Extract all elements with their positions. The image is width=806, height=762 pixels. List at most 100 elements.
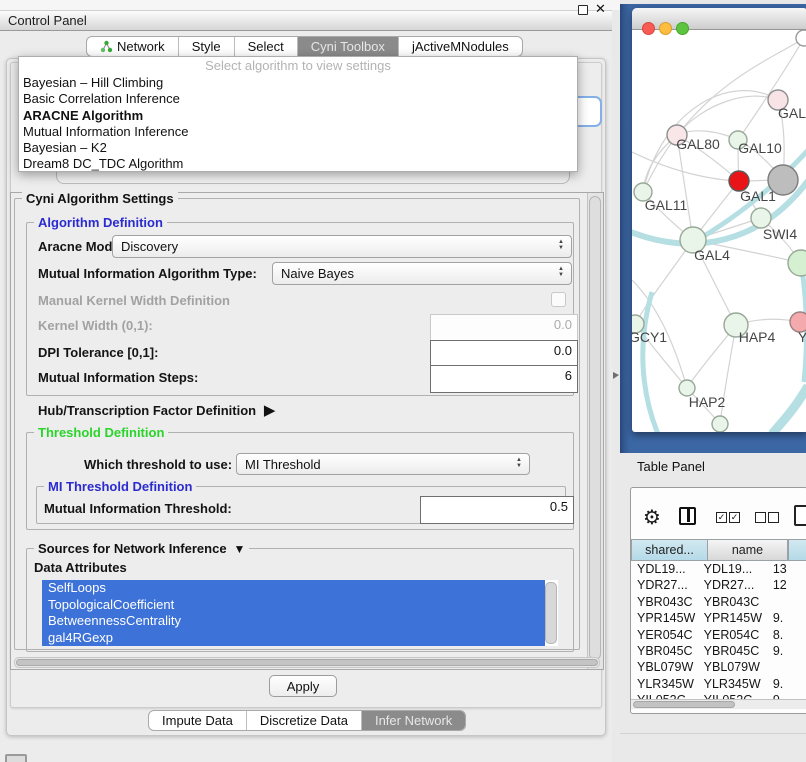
node-label-gal11: GAL11 (645, 197, 688, 213)
mi-threshold-field[interactable]: 0.5 (420, 496, 574, 524)
table-cell: YLR345W (631, 676, 698, 692)
table-row[interactable]: YBR045CYBR045C9. (631, 643, 806, 659)
kernel-width-field[interactable]: 0.0 (430, 314, 578, 341)
float-window-icon[interactable] (578, 5, 588, 15)
dpi-tolerance-label: DPI Tolerance [0,1]: (38, 345, 158, 360)
mi-type-label: Mutual Information Algorithm Type: (38, 266, 257, 281)
select-all-icon[interactable]: ✓ (716, 512, 727, 523)
hub-definition-label: Hub/Transcription Factor Definition (38, 403, 256, 418)
manual-kernel-checkbox[interactable] (551, 292, 566, 307)
table-row[interactable]: YBR043CYBR043C (631, 594, 806, 610)
tab-cyni-toolbox[interactable]: Cyni Toolbox (297, 37, 398, 56)
node-label-gal4: GAL4 (694, 247, 730, 263)
table-cell (767, 659, 806, 675)
network-edge[interactable] (677, 96, 778, 135)
tab-label: Discretize Data (260, 710, 348, 731)
algorithm-placeholder: Select algorithm to view settings (19, 57, 577, 75)
columns-icon[interactable] (679, 507, 696, 525)
control-panel-titlebar[interactable]: Control Panel (0, 10, 612, 31)
select-all-icon[interactable]: ✓ (729, 512, 740, 523)
spinner-arrows-icon: ▲▼ (558, 239, 564, 251)
table-row[interactable]: YDL19...YDL19...13 (631, 561, 806, 577)
table-cell: YDR27... (631, 577, 698, 593)
list-scrollbar-thumb[interactable] (545, 582, 557, 644)
tab-impute-data[interactable]: Impute Data (149, 711, 246, 730)
aracne-mode-select[interactable]: Discovery ▲▼ (112, 235, 572, 258)
attribute-item-topologicalcoefficient[interactable]: TopologicalCoefficient (42, 597, 545, 614)
tab-select[interactable]: Select (234, 37, 297, 56)
table-row[interactable]: YDR27...YDR27...12 (631, 577, 806, 593)
table-body: YDL19...YDL19...13YDR27...YDR27...12YBR0… (631, 561, 806, 699)
tab-label: Cyni Toolbox (311, 36, 385, 57)
table-panel-title: Table Panel (637, 459, 705, 474)
table-cell: YDL19... (698, 561, 767, 577)
node-label-gcy1: GCY1 (632, 329, 667, 345)
network-edge[interactable] (632, 152, 739, 181)
network-edge[interactable] (643, 292, 658, 432)
data-attributes-label: Data Attributes (34, 560, 127, 575)
tab-jactivemnodules[interactable]: jActiveMNodules (398, 37, 522, 56)
mouse-cursor (613, 372, 619, 379)
table-row[interactable]: YPR145WYPR145W9. (631, 610, 806, 626)
node-label-hap2: HAP2 (689, 394, 726, 410)
network-node[interactable] (712, 416, 728, 432)
network-node[interactable] (796, 30, 806, 46)
dpi-tolerance-field[interactable]: 0.0 (430, 340, 578, 368)
attribute-item-gal4rgexp[interactable]: gal4RGexp (42, 630, 545, 647)
table-row[interactable]: YLR345WYLR345W9. (631, 676, 806, 692)
deselect-all-icon[interactable] (768, 512, 779, 523)
tab-infer-network[interactable]: Infer Network (361, 711, 465, 730)
close-icon[interactable]: ✕ (595, 1, 606, 17)
tab-discretize-data[interactable]: Discretize Data (246, 711, 361, 730)
mi-steps-field[interactable]: 6 (430, 365, 578, 393)
deselect-all-icon[interactable] (755, 512, 766, 523)
manual-kernel-label: Manual Kernel Width Definition (38, 293, 230, 308)
chevron-down-icon: ▼ (230, 542, 245, 556)
table-row[interactable]: YBL079WYBL079W (631, 659, 806, 675)
table-row[interactable]: YIL052CYIL052C9 (631, 692, 806, 699)
node-label-gal: GAL (778, 105, 806, 121)
mi-threshold-group-title: MI Threshold Definition (44, 479, 196, 494)
algorithm-option-mutual-information-inference[interactable]: Mutual Information Inference (19, 124, 577, 140)
which-threshold-select[interactable]: MI Threshold ▲▼ (236, 453, 530, 475)
sources-group-toggle[interactable]: Sources for Network Inference ▼ (34, 541, 249, 556)
form-icon[interactable] (794, 505, 806, 526)
minimized-panel-icon[interactable] (5, 754, 27, 762)
column-header-1[interactable]: shared... (631, 539, 708, 561)
gear-icon[interactable]: ⚙ (643, 505, 661, 530)
screen: Control Panel ✕ NetworkStyleSelect Cyni T… (0, 0, 806, 762)
cyni-settings-title: Cyni Algorithm Settings (22, 191, 178, 206)
horizontal-scrollbar-thumb[interactable] (16, 659, 598, 666)
network-edge[interactable] (772, 386, 806, 432)
algorithm-dropdown-popup: Select algorithm to view settings Bayesi… (18, 56, 578, 172)
attribute-item-betweennesscentrality[interactable]: BetweennessCentrality (42, 613, 545, 630)
table-cell: YIL052C (631, 692, 698, 699)
network-edge[interactable] (635, 240, 693, 324)
mi-type-select[interactable]: Naive Bayes ▲▼ (272, 262, 572, 285)
algorithm-option-aracne-algorithm[interactable]: ARACNE Algorithm (19, 108, 577, 124)
network-node[interactable] (751, 208, 771, 228)
attribute-item-selfloops[interactable]: SelfLoops (42, 580, 545, 597)
vertical-scrollbar-thumb[interactable] (589, 196, 601, 660)
mi-steps-label: Mutual Information Steps: (38, 370, 198, 385)
hub-definition-toggle[interactable]: Hub/Transcription Factor Definition ▶ (38, 401, 275, 419)
algorithm-option-bayesian-hill-climbing[interactable]: Bayesian – Hill Climbing (19, 75, 577, 91)
network-edge[interactable] (738, 38, 804, 140)
tab-network[interactable]: Network (87, 37, 178, 56)
column-header-2[interactable]: name (708, 539, 788, 561)
apply-button[interactable]: Apply (269, 675, 337, 697)
tab-style[interactable]: Style (178, 37, 234, 56)
algorithm-option-basic-correlation-inference[interactable]: Basic Correlation Inference (19, 91, 577, 107)
column-header-3[interactable] (788, 539, 806, 561)
algorithm-option-bayesian-k2[interactable]: Bayesian – K2 (19, 140, 577, 156)
table-row[interactable]: YER054CYER054C8. (631, 627, 806, 643)
table-cell: YER054C (631, 627, 698, 643)
network-canvas[interactable]: GALGAL80GAL10GAL1GAL11SWI4GAL4GCY1HAP4YH… (632, 30, 806, 432)
algorithm-option-dream8-dc-tdc-algorithm[interactable]: Dream8 DC_TDC Algorithm (19, 156, 577, 172)
node-label-gal10: GAL10 (738, 140, 782, 156)
table-cell: 13 (767, 561, 806, 577)
node-label-gal1: GAL1 (740, 188, 776, 204)
table-hscrollbar-thumb[interactable] (633, 701, 735, 708)
network-node[interactable] (788, 250, 806, 276)
network-window-titlebar[interactable] (632, 8, 806, 30)
